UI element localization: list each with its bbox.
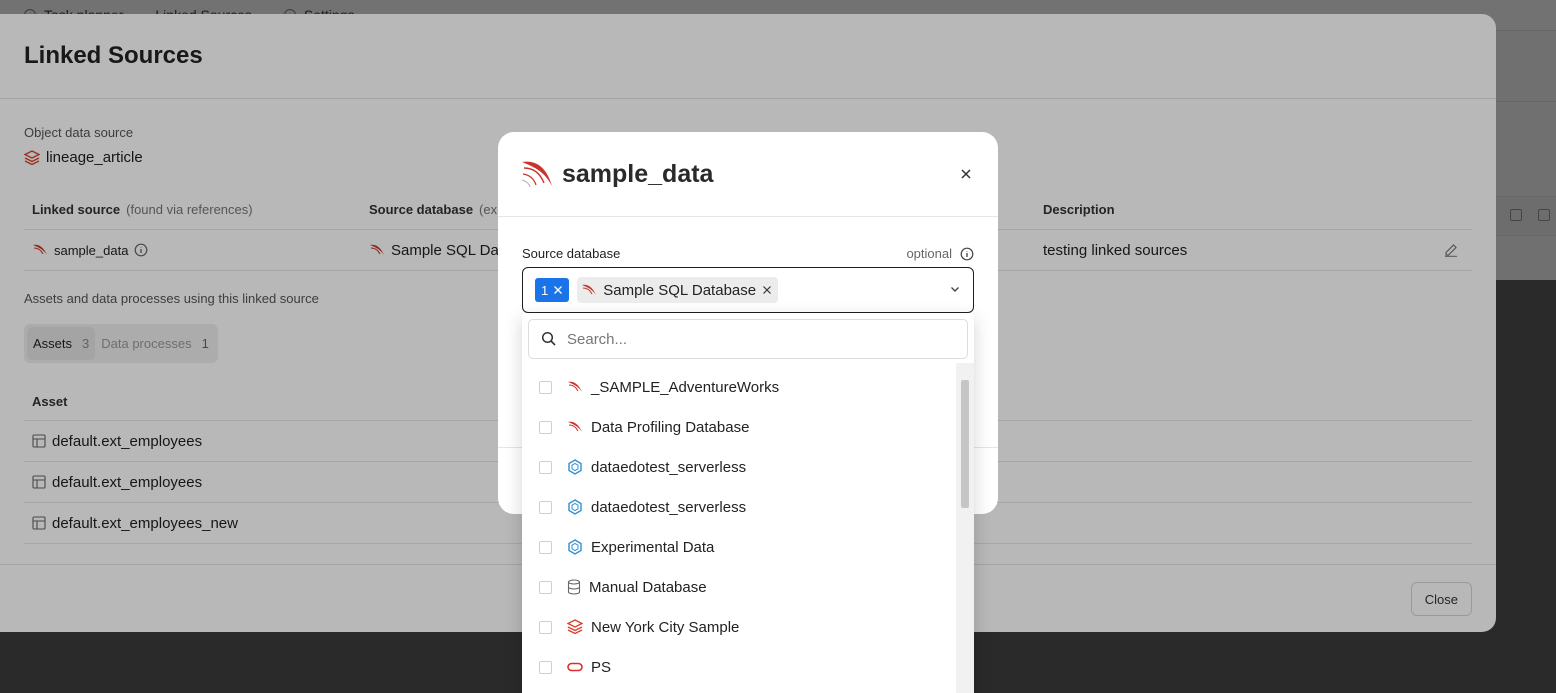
hexagon-icon bbox=[567, 459, 583, 475]
list-item[interactable]: Experimental Data bbox=[522, 527, 958, 567]
list-item[interactable]: dataedotest_serverless bbox=[522, 447, 958, 487]
scrollbar[interactable] bbox=[956, 363, 974, 693]
list-item[interactable]: Data Profiling Database bbox=[522, 407, 958, 447]
list-item[interactable]: Manual Database bbox=[522, 567, 958, 607]
source-database-label: Source database bbox=[522, 246, 621, 261]
option-checkbox[interactable] bbox=[539, 540, 552, 554]
list-item[interactable]: dataedotest_serverless bbox=[522, 487, 958, 527]
option-checkbox[interactable] bbox=[539, 660, 552, 674]
hexagon-icon bbox=[567, 539, 583, 555]
sql-server-icon bbox=[520, 159, 554, 189]
option-checkbox[interactable] bbox=[539, 380, 552, 394]
databricks-icon bbox=[567, 619, 583, 635]
optional-label: optional bbox=[906, 246, 952, 261]
remove-icon[interactable] bbox=[762, 285, 772, 295]
sql-server-icon bbox=[581, 283, 597, 297]
scrollbar-thumb[interactable] bbox=[961, 380, 969, 508]
chevron-down-icon[interactable] bbox=[949, 283, 961, 295]
options-list: _SAMPLE_AdventureWorks Data Profiling Da… bbox=[522, 367, 958, 687]
list-item[interactable]: _SAMPLE_AdventureWorks bbox=[522, 367, 958, 407]
close-icon[interactable] bbox=[956, 164, 976, 184]
list-item[interactable]: New York City Sample bbox=[522, 607, 958, 647]
source-database-select[interactable]: 1 Sample SQL Database bbox=[522, 267, 974, 313]
search-input[interactable] bbox=[567, 330, 927, 348]
clear-icon[interactable] bbox=[553, 285, 563, 295]
option-checkbox[interactable] bbox=[539, 500, 552, 514]
sql-server-icon bbox=[567, 420, 583, 434]
option-checkbox[interactable] bbox=[539, 580, 552, 594]
source-database-dropdown: _SAMPLE_AdventureWorks Data Profiling Da… bbox=[522, 313, 974, 693]
modal-title: sample_data bbox=[562, 159, 714, 188]
hexagon-icon bbox=[567, 499, 583, 515]
info-icon[interactable] bbox=[960, 247, 974, 261]
oracle-icon bbox=[567, 662, 583, 672]
search-box bbox=[528, 319, 968, 359]
option-checkbox[interactable] bbox=[539, 460, 552, 474]
option-checkbox[interactable] bbox=[539, 620, 552, 634]
option-checkbox[interactable] bbox=[539, 420, 552, 434]
search-icon bbox=[541, 331, 557, 347]
selected-value-chip: Sample SQL Database bbox=[577, 277, 779, 303]
list-item[interactable]: PS bbox=[522, 647, 958, 687]
selected-count-chip[interactable]: 1 bbox=[535, 278, 570, 302]
sql-server-icon bbox=[567, 380, 583, 394]
database-icon bbox=[567, 579, 581, 595]
